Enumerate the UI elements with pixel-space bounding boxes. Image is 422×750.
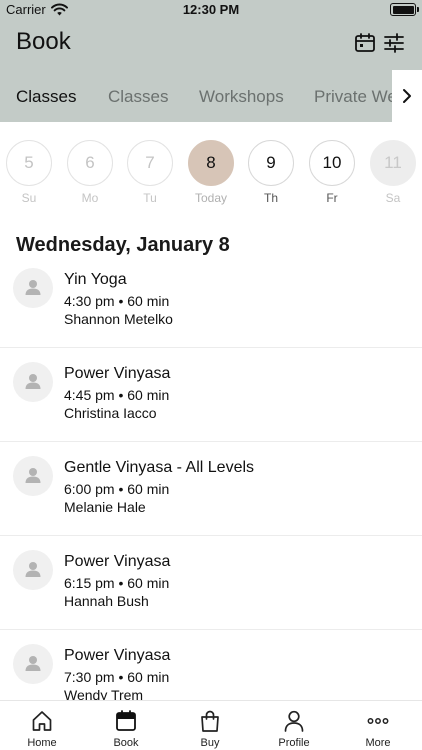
class-teacher: Wendy Trem (64, 687, 144, 700)
header-area: Carrier 12:30 PM Book Classes Classes Wo… (0, 0, 422, 122)
profile-icon (284, 710, 304, 732)
person-placeholder-icon (25, 656, 41, 671)
class-name: Power Vinyasa (64, 365, 171, 382)
bottom-tab-bar: Home Book Buy Profile More (0, 700, 422, 750)
day-label: Today (194, 191, 228, 205)
person-placeholder-icon (25, 280, 41, 295)
class-time: 6:00 pm • 60 min (64, 481, 170, 497)
category-tabs: Classes Classes Workshops Private We (0, 70, 392, 122)
day-friday[interactable]: 10 Fr (308, 140, 356, 205)
day-thursday[interactable]: 9 Th (247, 140, 295, 205)
instructor-avatar (13, 550, 53, 590)
day-saturday[interactable]: 11 Sa (369, 140, 417, 205)
class-name: Yin Yoga (64, 271, 127, 288)
instructor-avatar (13, 362, 53, 402)
class-time: 6:15 pm • 60 min (64, 575, 170, 591)
tab-classes[interactable]: Classes (16, 87, 76, 107)
nav-profile[interactable]: Profile (252, 701, 336, 750)
day-today[interactable]: 8 Today (187, 140, 235, 205)
battery-icon (390, 3, 419, 16)
day-number: 10 (309, 140, 355, 186)
class-teacher: Melanie Hale (64, 499, 146, 515)
day-number: 5 (6, 140, 52, 186)
day-monday[interactable]: 6 Mo (66, 140, 114, 205)
class-list-item[interactable]: Yin Yoga 4:30 pm • 60 min Shannon Metelk… (0, 254, 422, 348)
day-number: 9 (248, 140, 294, 186)
status-bar: Carrier 12:30 PM (0, 0, 422, 20)
calendar-icon (116, 710, 136, 731)
day-number: 8 (188, 140, 234, 186)
nav-label: Home (27, 737, 57, 749)
clock: 12:30 PM (182, 2, 240, 17)
day-number: 6 (67, 140, 113, 186)
instructor-avatar (13, 268, 53, 308)
nav-more[interactable]: More (336, 701, 420, 750)
class-name: Power Vinyasa (64, 553, 171, 570)
day-number: 11 (370, 140, 416, 186)
tab-classes-secondary[interactable]: Classes (108, 87, 168, 107)
class-teacher: Hannah Bush (64, 593, 149, 609)
sliders-icon[interactable] (383, 32, 405, 54)
instructor-avatar (13, 644, 53, 684)
day-tuesday[interactable]: 7 Tu (126, 140, 174, 205)
tab-private-events[interactable]: Private We (314, 87, 392, 107)
tab-workshops[interactable]: Workshops (199, 87, 284, 107)
day-number: 7 (127, 140, 173, 186)
week-date-picker: 5 Su 6 Mo 7 Tu 8 Today 9 Th 10 Fr 11 Sa (0, 140, 422, 208)
more-icon (367, 718, 389, 724)
nav-label: Buy (200, 737, 220, 749)
person-placeholder-icon (25, 374, 41, 389)
day-label: Mo (81, 191, 99, 205)
day-sunday[interactable]: 5 Su (5, 140, 53, 205)
day-label: Sa (385, 191, 401, 205)
nav-label: Profile (278, 737, 310, 749)
class-list-item[interactable]: Power Vinyasa 6:15 pm • 60 min Hannah Bu… (0, 536, 422, 630)
class-name: Gentle Vinyasa - All Levels (64, 459, 255, 476)
class-list-item[interactable]: Power Vinyasa 4:45 pm • 60 min Christina… (0, 348, 422, 442)
class-list-item[interactable]: Gentle Vinyasa - All Levels 6:00 pm • 60… (0, 442, 422, 536)
class-teacher: Shannon Metelko (64, 311, 173, 327)
nav-label: Book (113, 737, 139, 749)
class-time: 7:30 pm • 60 min (64, 669, 170, 685)
calendar-icon[interactable] (354, 32, 376, 54)
nav-label: More (365, 737, 391, 749)
instructor-avatar (13, 456, 53, 496)
day-label: Fr (326, 191, 338, 205)
class-list-item[interactable]: Power Vinyasa 7:30 pm • 60 min Wendy Tre… (0, 630, 422, 700)
class-list: Yin Yoga 4:30 pm • 60 min Shannon Metelk… (0, 254, 422, 700)
nav-buy[interactable]: Buy (168, 701, 252, 750)
shopping-bag-icon (201, 710, 219, 732)
nav-home[interactable]: Home (0, 701, 84, 750)
class-name: Power Vinyasa (64, 647, 171, 664)
day-label: Su (21, 191, 37, 205)
nav-book[interactable]: Book (84, 701, 168, 750)
class-time: 4:30 pm • 60 min (64, 293, 170, 309)
person-placeholder-icon (25, 468, 41, 483)
page-title: Book (16, 28, 71, 55)
home-icon (32, 711, 52, 731)
class-teacher: Christina Iacco (64, 405, 157, 421)
chevron-right-icon (403, 89, 411, 103)
day-label: Th (263, 191, 278, 205)
class-time: 4:45 pm • 60 min (64, 387, 170, 403)
person-placeholder-icon (25, 562, 41, 577)
day-label: Tu (143, 191, 157, 205)
tabs-scroll-button[interactable] (392, 70, 422, 122)
